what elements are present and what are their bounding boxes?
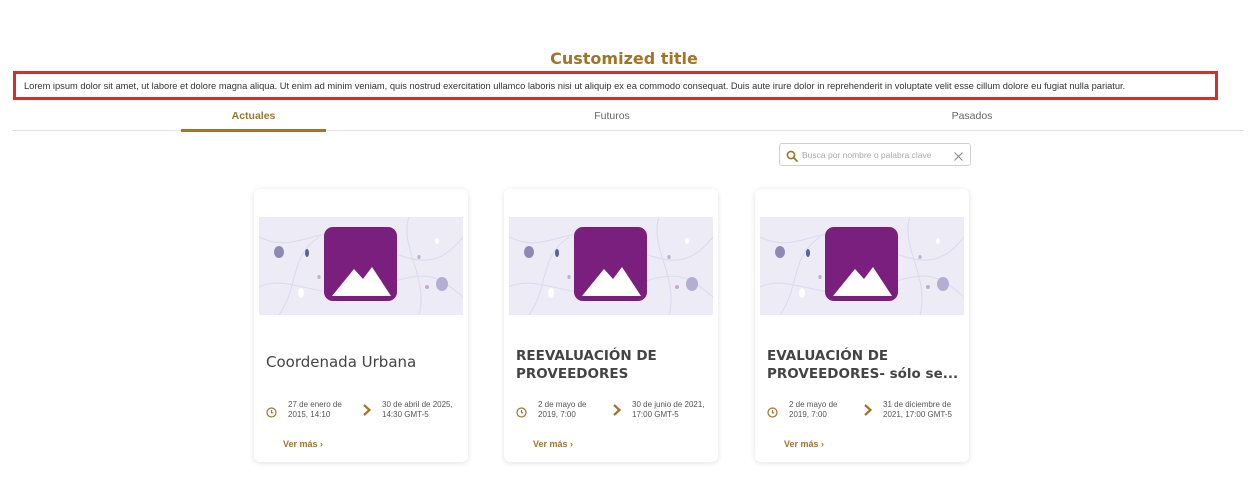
event-card[interactable]: REEVALUACIÓN DE PROVEEDORES 2 de mayo de…: [504, 189, 718, 462]
ver-mas-label: Ver más: [533, 439, 568, 449]
ver-mas-link[interactable]: Ver más ›: [533, 439, 573, 449]
tab-futuros[interactable]: Futuros: [567, 100, 657, 131]
date-row: 2 de mayo de 2019, 7:00 31 de diciembre …: [767, 399, 967, 423]
card-title: REEVALUACIÓN DE PROVEEDORES: [516, 348, 657, 382]
ver-mas-label: Ver más: [784, 439, 819, 449]
ver-mas-link[interactable]: Ver más ›: [283, 439, 323, 449]
ver-mas-label: Ver más: [283, 439, 318, 449]
chevron-right-icon: [362, 403, 372, 417]
end-date: 31 de diciembre de 2021, 17:00 GMT-5: [883, 400, 952, 419]
start-date: 2 de mayo de 2019, 7:00: [538, 400, 587, 419]
page-title: Customized title: [550, 49, 698, 68]
clock-icon: [767, 405, 778, 418]
start-date: 2 de mayo de 2019, 7:00: [789, 400, 838, 419]
event-card[interactable]: Coordenada Urbana 27 de enero de 2015, 1…: [254, 189, 468, 462]
event-card[interactable]: EVALUACIÓN DE PROVEEDORES- sólo se... 2 …: [755, 189, 969, 462]
date-row: 27 de enero de 2015, 14:10 30 de abril d…: [266, 399, 466, 423]
start-date: 27 de enero de 2015, 14:10: [288, 400, 342, 419]
clock-icon: [266, 405, 277, 418]
end-date: 30 de abril de 2025, 14:30 GMT-5: [382, 400, 453, 419]
end-date: 30 de junio de 2021, 17:00 GMT-5: [632, 400, 705, 419]
clock-icon: [516, 405, 527, 418]
close-icon[interactable]: [953, 149, 964, 161]
date-row: 2 de mayo de 2019, 7:00 30 de junio de 2…: [516, 399, 716, 423]
chevron-right-icon: [863, 403, 873, 417]
search-bar: [779, 143, 971, 166]
card-image: [509, 217, 713, 315]
ver-mas-link[interactable]: Ver más ›: [784, 439, 824, 449]
search-icon: [786, 149, 798, 162]
tab-pasados[interactable]: Pasados: [922, 100, 1022, 131]
card-image: [259, 217, 463, 315]
card-title: Coordenada Urbana: [266, 353, 417, 371]
search-input[interactable]: [802, 149, 953, 160]
description-text: Lorem ipsum dolor sit amet, ut labore et…: [24, 80, 1126, 91]
description-box: Lorem ipsum dolor sit amet, ut labore et…: [13, 71, 1218, 100]
tab-bar: Actuales Futuros Pasados: [12, 100, 1244, 132]
card-image: [760, 217, 964, 315]
tab-actuales[interactable]: Actuales: [181, 100, 326, 132]
chevron-right-icon: [612, 403, 622, 417]
card-title: EVALUACIÓN DE PROVEEDORES- sólo se...: [767, 348, 959, 382]
